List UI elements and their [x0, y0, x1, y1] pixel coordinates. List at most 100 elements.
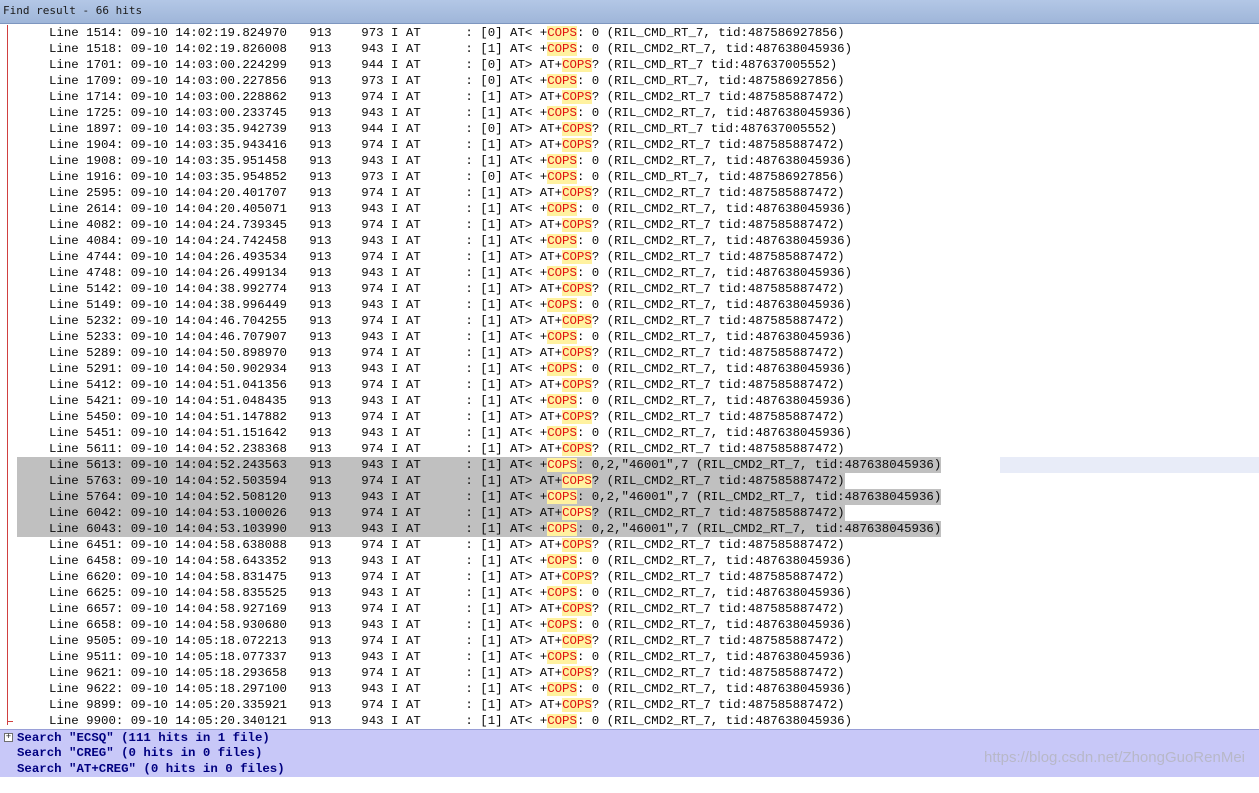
result-row[interactable]: Line 5450: 09-10 14:04:51.147882 913 974… [17, 409, 845, 425]
result-row[interactable]: Line 6451: 09-10 14:04:58.638088 913 974… [17, 537, 845, 553]
result-line-tail: : 0 (RIL_CMD2_RT_7, tid:487638045936) [576, 42, 853, 56]
fold-gutter[interactable] [0, 25, 13, 729]
result-row[interactable]: Line 5611: 09-10 14:04:52.238368 913 974… [17, 441, 845, 457]
result-row[interactable]: Line 5421: 09-10 14:04:51.048435 913 943… [17, 393, 852, 409]
search-match-highlight: COPS [562, 138, 592, 152]
result-line-text: Line 6451: 09-10 14:04:58.638088 913 974… [49, 538, 563, 552]
result-row[interactable]: Line 5149: 09-10 14:04:38.996449 913 943… [17, 297, 852, 313]
result-row[interactable]: Line 4084: 09-10 14:04:24.742458 913 943… [17, 233, 852, 249]
result-row[interactable]: Line 2595: 09-10 14:04:20.401707 913 974… [17, 185, 845, 201]
result-line-text: Line 6458: 09-10 14:04:58.643352 913 943… [49, 554, 548, 568]
result-row[interactable]: Line 6458: 09-10 14:04:58.643352 913 943… [17, 553, 852, 569]
search-match-highlight: COPS [547, 106, 577, 120]
result-line-text: Line 4082: 09-10 14:04:24.739345 913 974… [49, 218, 563, 232]
result-row[interactable]: Line 9900: 09-10 14:05:20.340121 913 943… [17, 713, 852, 729]
result-row[interactable]: Line 5291: 09-10 14:04:50.902934 913 943… [17, 361, 852, 377]
search-match-highlight: COPS [562, 538, 592, 552]
result-line-tail: ? (RIL_CMD2_RT_7 tid:487585887472) [591, 442, 845, 456]
result-line-tail: ? (RIL_CMD2_RT_7 tid:487585887472) [591, 474, 845, 488]
search-group-ecsq[interactable]: + Search "ECSQ" (111 hits in 1 file) [0, 729, 1259, 745]
result-row[interactable]: Line 5142: 09-10 14:04:38.992774 913 974… [17, 281, 845, 297]
result-row[interactable]: Line 1709: 09-10 14:03:00.227856 913 973… [17, 73, 845, 89]
result-row[interactable]: Line 4748: 09-10 14:04:26.499134 913 943… [17, 265, 852, 281]
result-row[interactable]: Line 9899: 09-10 14:05:20.335921 913 974… [17, 697, 845, 713]
result-line-tail: : 0 (RIL_CMD2_RT_7, tid:487638045936) [576, 298, 853, 312]
result-row[interactable]: Line 5764: 09-10 14:04:52.508120 913 943… [17, 489, 942, 505]
result-row[interactable]: Line 5763: 09-10 14:04:52.503594 913 974… [17, 473, 845, 489]
search-match-highlight: COPS [562, 698, 592, 712]
result-line-tail: : 0,2,"46001",7 (RIL_CMD2_RT_7, tid:4876… [576, 490, 942, 504]
result-row[interactable]: Line 9621: 09-10 14:05:18.293658 913 974… [17, 665, 845, 681]
result-row[interactable]: Line 9505: 09-10 14:05:18.072213 913 974… [17, 633, 845, 649]
expand-icon[interactable]: + [4, 733, 13, 742]
search-match-highlight: COPS [547, 154, 577, 168]
result-row[interactable]: Line 1514: 09-10 14:02:19.824970 913 973… [17, 25, 845, 41]
search-match-highlight: COPS [562, 186, 592, 200]
result-line-text: Line 5233: 09-10 14:04:46.707907 913 943… [49, 330, 548, 344]
result-row[interactable]: Line 1725: 09-10 14:03:00.233745 913 943… [17, 105, 852, 121]
result-row[interactable]: Line 1714: 09-10 14:03:00.228862 913 974… [17, 89, 845, 105]
search-group-label: Search "ECSQ" (111 hits in 1 file) [17, 731, 270, 745]
search-match-highlight: COPS [547, 202, 577, 216]
result-line-tail: ? (RIL_CMD2_RT_7 tid:487585887472) [591, 410, 845, 424]
result-line-tail: : 0 (RIL_CMD2_RT_7, tid:487638045936) [576, 362, 853, 376]
result-line-tail: : 0 (RIL_CMD2_RT_7, tid:487638045936) [576, 426, 853, 440]
result-line-tail: ? (RIL_CMD2_RT_7 tid:487585887472) [591, 602, 845, 616]
result-line-text: Line 1916: 09-10 14:03:35.954852 913 973… [49, 170, 548, 184]
search-match-highlight: COPS [562, 378, 592, 392]
result-line-tail: ? (RIL_CMD2_RT_7 tid:487585887472) [591, 282, 845, 296]
result-line-text: Line 9622: 09-10 14:05:18.297100 913 943… [49, 682, 548, 696]
result-row[interactable]: Line 9622: 09-10 14:05:18.297100 913 943… [17, 681, 852, 697]
result-row[interactable]: Line 5613: 09-10 14:04:52.243563 913 943… [17, 457, 942, 473]
result-row[interactable]: Line 6043: 09-10 14:04:53.103990 913 943… [17, 521, 942, 537]
result-row[interactable]: Line 2614: 09-10 14:04:20.405071 913 943… [17, 201, 852, 217]
result-row[interactable]: Line 5233: 09-10 14:04:46.707907 913 943… [17, 329, 852, 345]
result-row[interactable]: Line 4744: 09-10 14:04:26.493534 913 974… [17, 249, 845, 265]
result-line-tail: : 0 (RIL_CMD2_RT_7, tid:487638045936) [576, 618, 853, 632]
result-row[interactable]: Line 1897: 09-10 14:03:35.942739 913 944… [17, 121, 837, 137]
search-match-highlight: COPS [547, 266, 577, 280]
result-line-text: Line 1897: 09-10 14:03:35.942739 913 944… [49, 122, 563, 136]
window-title: Find result - 66 hits [3, 4, 143, 17]
result-row[interactable]: Line 6657: 09-10 14:04:58.927169 913 974… [17, 601, 845, 617]
search-match-highlight: COPS [562, 634, 592, 648]
results-list[interactable]: Line 1514: 09-10 14:02:19.824970 913 973… [0, 25, 1259, 729]
result-line-tail: ? (RIL_CMD2_RT_7 tid:487585887472) [591, 634, 845, 648]
result-row[interactable]: Line 1701: 09-10 14:03:00.224299 913 944… [17, 57, 837, 73]
result-line-tail: ? (RIL_CMD2_RT_7 tid:487585887472) [591, 698, 845, 712]
result-line-tail: : 0 (RIL_CMD2_RT_7, tid:487638045936) [576, 154, 853, 168]
search-match-highlight: COPS [547, 394, 577, 408]
search-group-label: Search "CREG" (0 hits in 0 files) [17, 746, 263, 760]
result-row[interactable]: Line 5412: 09-10 14:04:51.041356 913 974… [17, 377, 845, 393]
search-match-highlight: COPS [562, 666, 592, 680]
result-line-tail: ? (RIL_CMD2_RT_7 tid:487585887472) [591, 186, 845, 200]
result-line-text: Line 1904: 09-10 14:03:35.943416 913 974… [49, 138, 563, 152]
result-line-tail: : 0 (RIL_CMD2_RT_7, tid:487638045936) [576, 202, 853, 216]
result-row[interactable]: Line 9511: 09-10 14:05:18.077337 913 943… [17, 649, 852, 665]
result-row[interactable]: Line 1908: 09-10 14:03:35.951458 913 943… [17, 153, 852, 169]
result-line-text: Line 6620: 09-10 14:04:58.831475 913 974… [49, 570, 563, 584]
result-row[interactable]: Line 1518: 09-10 14:02:19.826008 913 943… [17, 41, 852, 57]
result-row[interactable]: Line 6658: 09-10 14:04:58.930680 913 943… [17, 617, 852, 633]
result-line-tail: ? (RIL_CMD_RT_7 tid:487637005552) [591, 58, 838, 72]
result-line-text: Line 4084: 09-10 14:04:24.742458 913 943… [49, 234, 548, 248]
result-row[interactable]: Line 5232: 09-10 14:04:46.704255 913 974… [17, 313, 845, 329]
result-line-text: Line 5451: 09-10 14:04:51.151642 913 943… [49, 426, 548, 440]
search-match-highlight: COPS [562, 58, 592, 72]
search-match-highlight: COPS [547, 26, 577, 40]
result-line-tail: : 0 (RIL_CMD2_RT_7, tid:487638045936) [576, 682, 853, 696]
result-row[interactable]: Line 5451: 09-10 14:04:51.151642 913 943… [17, 425, 852, 441]
result-row[interactable]: Line 5289: 09-10 14:04:50.898970 913 974… [17, 345, 845, 361]
result-line-text: Line 5613: 09-10 14:04:52.243563 913 943… [49, 458, 548, 472]
search-match-highlight: COPS [562, 442, 592, 456]
search-match-highlight: COPS [547, 650, 577, 664]
result-row[interactable]: Line 1916: 09-10 14:03:35.954852 913 973… [17, 169, 845, 185]
result-row[interactable]: Line 6042: 09-10 14:04:53.100026 913 974… [17, 505, 845, 521]
result-line-text: Line 1714: 09-10 14:03:00.228862 913 974… [49, 90, 563, 104]
result-row[interactable]: Line 4082: 09-10 14:04:24.739345 913 974… [17, 217, 845, 233]
result-line-text: Line 5412: 09-10 14:04:51.041356 913 974… [49, 378, 563, 392]
result-row[interactable]: Line 6625: 09-10 14:04:58.835525 913 943… [17, 585, 852, 601]
result-row[interactable]: Line 1904: 09-10 14:03:35.943416 913 974… [17, 137, 845, 153]
result-row[interactable]: Line 6620: 09-10 14:04:58.831475 913 974… [17, 569, 845, 585]
search-match-highlight: COPS [547, 170, 577, 184]
